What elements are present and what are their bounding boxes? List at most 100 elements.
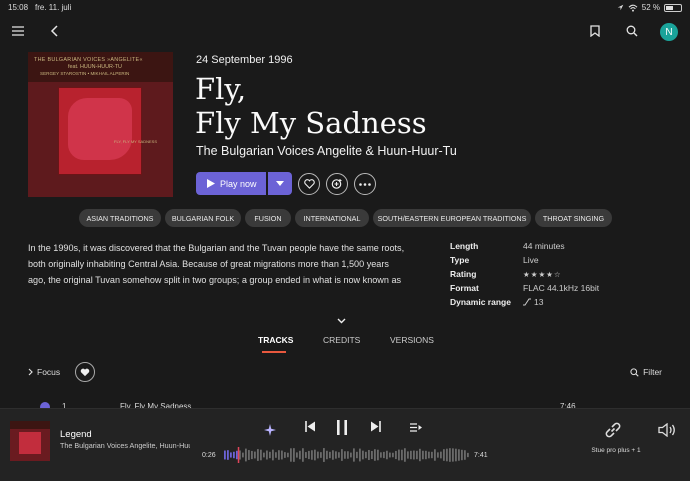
waveform-bar	[458, 449, 460, 461]
output-device-name[interactable]: Stue pro plus + 1	[586, 446, 646, 455]
tab-credits[interactable]: CREDITS	[323, 335, 360, 345]
waveform-bar	[389, 452, 391, 458]
tab-tracks[interactable]: TRACKS	[258, 335, 293, 345]
waveform-bar	[377, 449, 379, 461]
bookmark-icon[interactable]	[590, 25, 600, 37]
genre-tag[interactable]: INTERNATIONAL	[295, 209, 369, 227]
waveform-bar	[311, 450, 313, 460]
focus-toggle[interactable]: Focus	[28, 367, 60, 377]
waveform-bar	[464, 450, 466, 460]
previous-track-button[interactable]	[305, 421, 315, 432]
description-line: In the 1990s, it was discovered that the…	[28, 243, 405, 253]
waveform-bar	[434, 449, 436, 461]
waveform-bar	[368, 449, 370, 461]
waveform-bar	[407, 451, 409, 459]
waveform-bar	[338, 452, 340, 458]
tab-versions[interactable]: VERSIONS	[390, 335, 434, 345]
filter-button[interactable]: Filter	[630, 367, 662, 377]
status-bar: 15:08 fre. 11. juli 52 %	[0, 0, 690, 14]
waveform-bar	[236, 450, 238, 460]
waveform-bar	[323, 448, 325, 462]
expand-description-button[interactable]	[337, 311, 346, 329]
genre-tag[interactable]: ASIAN TRADITIONS	[79, 209, 161, 227]
waveform-bar	[383, 451, 385, 459]
favorite-button[interactable]	[298, 173, 320, 195]
player-bar: Legend The Bulgarian Voices Angelite, Hu…	[0, 408, 690, 481]
active-tab-indicator	[262, 351, 286, 353]
waveform-bar	[245, 448, 247, 462]
waveform-bar	[341, 449, 343, 461]
waveform-bar	[446, 448, 448, 462]
waveform-bar	[350, 452, 352, 458]
waveform-bar	[398, 449, 400, 461]
tracks-favorite-button[interactable]	[75, 362, 95, 382]
waveform-bar	[449, 448, 451, 462]
status-date: fre. 11. juli	[35, 3, 72, 12]
waveform-bar	[437, 452, 439, 458]
waveform-bar	[452, 448, 454, 462]
link-icon	[605, 422, 621, 438]
filter-label: Filter	[643, 367, 662, 377]
album-title-line: Fly My Sadness	[195, 106, 427, 140]
waveform-bar	[254, 451, 256, 459]
play-now-button[interactable]: Play now	[196, 172, 266, 195]
next-icon	[371, 421, 381, 432]
waveform-bar	[251, 450, 253, 460]
cover-text: feat. HUUN-HUUR-TU	[68, 64, 122, 70]
next-track-button[interactable]	[371, 421, 381, 432]
cover-text: SERGEY STAROSTIN • MIKHAIL ALPERIN	[40, 71, 130, 76]
playhead-marker[interactable]	[237, 447, 240, 463]
genre-tag[interactable]: BULGARIAN FOLK	[165, 209, 241, 227]
genre-tag[interactable]: SOUTH/EASTERN EUROPEAN TRADITIONS	[373, 209, 531, 227]
album-title-line: Fly,	[195, 72, 247, 106]
search-icon[interactable]	[626, 25, 638, 37]
progress-waveform[interactable]	[224, 447, 470, 463]
cover-text: THE BULGARIAN VOICES »ANGELITE«	[34, 57, 143, 63]
chevron-down-icon	[276, 181, 284, 186]
waveform-bar	[242, 452, 244, 458]
pause-button[interactable]	[336, 420, 348, 435]
description-line: ago, the original Tuvan somehow split in…	[28, 275, 402, 285]
rating-stars: ★★★★☆	[523, 270, 562, 279]
waveform-bar	[344, 451, 346, 459]
waveform-bar	[425, 450, 427, 460]
waveform-bar	[320, 452, 322, 458]
back-icon[interactable]	[50, 25, 58, 37]
waveform-bar	[314, 449, 316, 461]
waveform-bar	[467, 452, 469, 458]
sparkle-icon[interactable]	[264, 423, 276, 441]
volume-button[interactable]	[658, 422, 676, 442]
detail-value: FLAC 44.1kHz 16bit	[523, 283, 600, 293]
waveform-bar	[443, 449, 445, 461]
menu-icon[interactable]	[12, 26, 24, 36]
waveform-bar	[401, 449, 403, 461]
user-avatar[interactable]: N	[660, 23, 678, 41]
detail-row: Type Live	[450, 255, 650, 269]
play-options-button[interactable]	[268, 172, 292, 195]
more-options-button[interactable]	[354, 173, 376, 195]
detail-value: 44 minutes	[523, 241, 565, 251]
now-playing-cover[interactable]	[10, 421, 50, 461]
now-playing-title[interactable]: Legend	[60, 429, 92, 440]
album-details: Length 44 minutes Type Live Rating ★★★★☆…	[450, 241, 650, 311]
add-to-playlist-button[interactable]	[326, 173, 348, 195]
album-artist[interactable]: The Bulgarian Voices Angelite & Huun-Huu…	[196, 144, 457, 158]
waveform-bar	[416, 450, 418, 460]
status-time: 15:08	[8, 3, 29, 12]
waveform-bar	[272, 449, 274, 461]
queue-button[interactable]	[410, 423, 422, 432]
waveform-bar	[263, 452, 265, 458]
genre-tag[interactable]: FUSION	[245, 209, 291, 227]
genre-tag[interactable]: THROAT SINGING	[535, 209, 612, 227]
waveform-bar	[419, 448, 421, 462]
detail-value: Live	[523, 255, 539, 265]
connect-device-button[interactable]	[604, 421, 622, 444]
detail-key: Dynamic range	[450, 297, 511, 307]
battery-icon	[664, 3, 682, 12]
status-indicators: 52 %	[617, 3, 682, 12]
detail-row: Rating ★★★★☆	[450, 269, 650, 283]
waveform-bar	[233, 451, 235, 459]
waveform-bar	[305, 452, 307, 458]
content-tabs: TRACKS CREDITS VERSIONS	[0, 335, 690, 355]
now-playing-artist[interactable]: The Bulgarian Voices Angelite, Huun-Huur	[60, 441, 190, 450]
